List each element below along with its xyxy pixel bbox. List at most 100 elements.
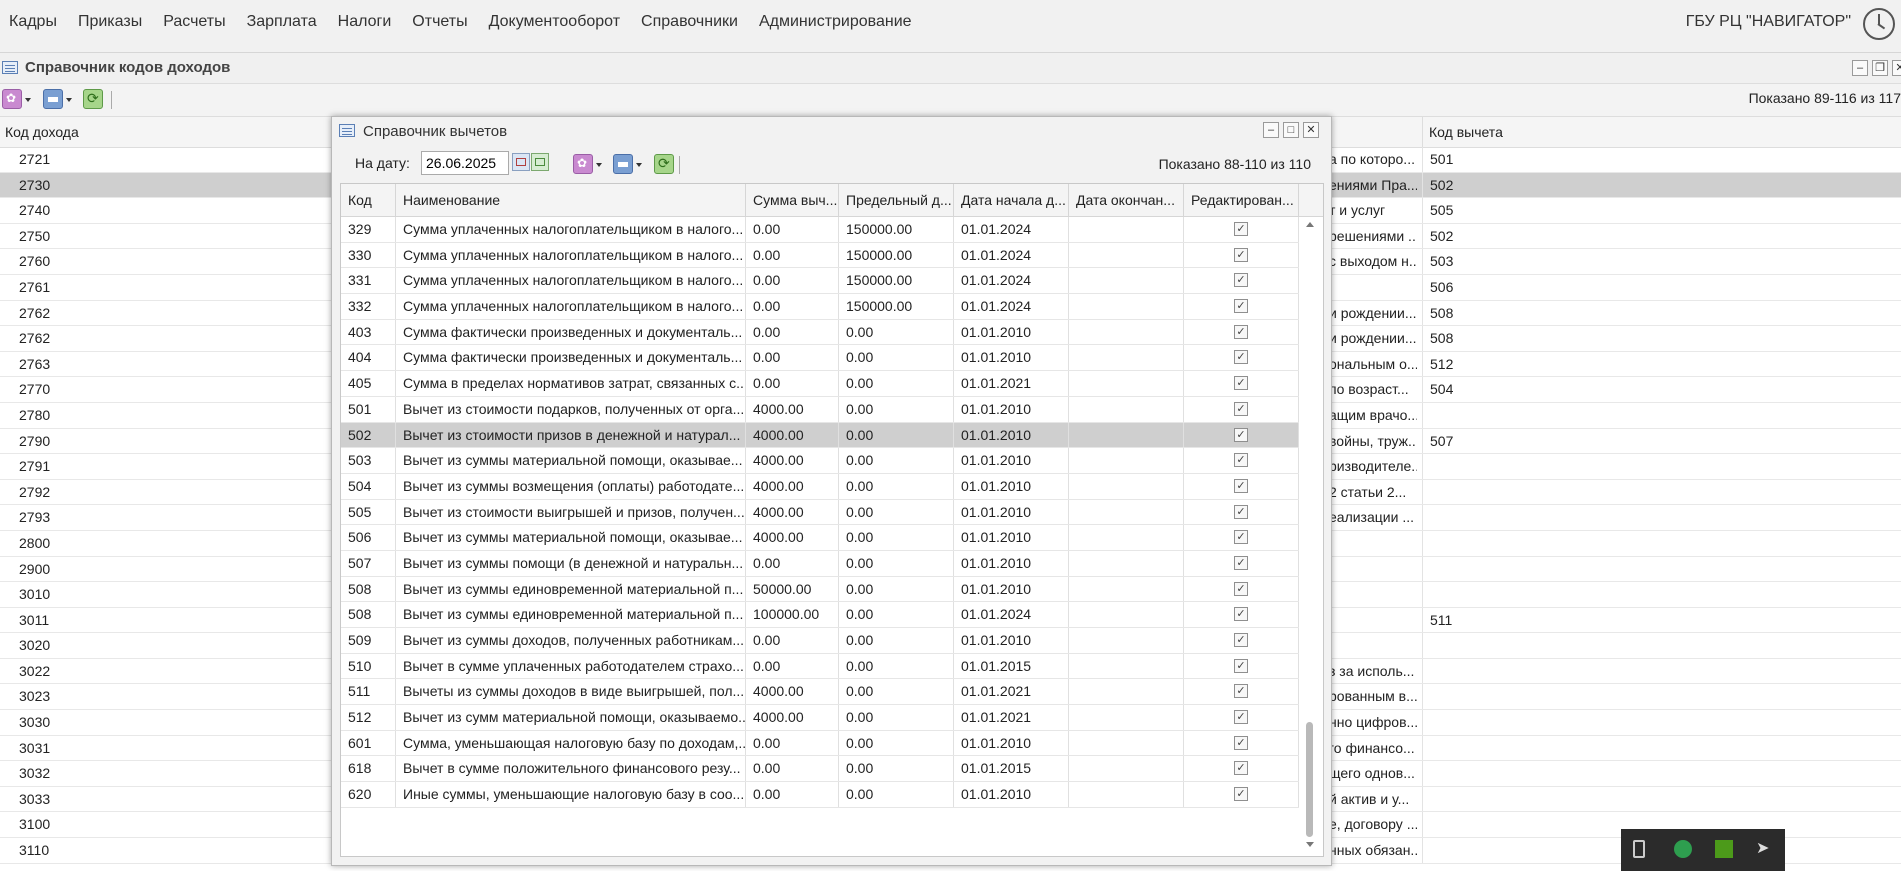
table-row[interactable]: 510 Вычет в сумме уплаченных работодателе…: [341, 653, 1299, 680]
table-row[interactable]: 332 Сумма уплаченных налогоплательщиком в…: [341, 294, 1299, 320]
scroll-up-icon[interactable]: [1306, 222, 1314, 227]
table-row[interactable]: 502 Вычет из стоимости призов в денежной …: [341, 422, 1299, 449]
table-row[interactable]: 504 Вычет из суммы возмещения (оплаты) ра…: [341, 473, 1299, 500]
table-row[interactable]: 512 Вычет из сумм материальной помощи, ок…: [341, 705, 1299, 731]
table-row[interactable]: 331 Сумма уплаченных налогоплательщиком в…: [341, 268, 1299, 295]
table-row[interactable]: 620 Иные суммы, уменьшающие налоговую баз…: [341, 782, 1299, 808]
table-row[interactable]: 501 Вычет из стоимости подарков, полученн…: [341, 396, 1299, 423]
scroll-thumb[interactable]: [1306, 722, 1313, 837]
chevron-down-icon[interactable]: [596, 163, 602, 167]
calendar-today-icon[interactable]: [531, 153, 549, 171]
menu-item-dokumentooborot[interactable]: Документооборот: [480, 13, 632, 31]
income-code-cell: 2760: [19, 253, 51, 270]
column-header-start-date[interactable]: Дата начала д...: [954, 184, 1069, 216]
maximize-icon[interactable]: □: [1283, 122, 1299, 138]
editable-checkbox[interactable]: ✓: [1234, 324, 1248, 339]
column-header-sum[interactable]: Сумма выч...: [746, 184, 839, 216]
editable-cell: ✓: [1184, 679, 1299, 705]
editable-checkbox[interactable]: ✓: [1234, 633, 1248, 647]
menu-item-administrirovanie[interactable]: Администрирование: [750, 13, 924, 31]
minimize-icon[interactable]: –: [1263, 122, 1279, 138]
date-input[interactable]: [421, 151, 509, 175]
table-row[interactable]: 508 Вычет из суммы единовременной материа…: [341, 602, 1299, 628]
print-button[interactable]: [43, 89, 63, 109]
table-row[interactable]: 503 Вычет из суммы материальной помощи, о…: [341, 448, 1299, 474]
table-row[interactable]: 405 Сумма в пределах нормативов затрат, с…: [341, 371, 1299, 397]
clock-icon[interactable]: [1863, 8, 1895, 40]
income-code-cell: 3010: [19, 586, 51, 603]
editable-checkbox[interactable]: ✓: [1234, 350, 1248, 365]
menu-item-spravochniki[interactable]: Справочники: [632, 13, 750, 31]
calendar-icon[interactable]: [512, 153, 530, 171]
close-icon[interactable]: ✕: [1892, 60, 1901, 76]
minimize-icon[interactable]: –: [1852, 60, 1868, 76]
usb-icon[interactable]: [1633, 840, 1645, 858]
print-button[interactable]: [613, 154, 633, 174]
start-date-cell: 01.01.2010: [954, 448, 1069, 473]
menu-item-kadry[interactable]: Кадры: [0, 13, 69, 31]
editable-checkbox[interactable]: ✓: [1234, 684, 1248, 699]
restore-icon[interactable]: ❐: [1872, 60, 1888, 76]
editable-checkbox[interactable]: ✓: [1234, 735, 1248, 750]
menu-item-zarplata[interactable]: Зарплата: [238, 13, 329, 31]
editable-checkbox[interactable]: ✓: [1234, 710, 1248, 725]
editable-checkbox[interactable]: ✓: [1234, 761, 1248, 776]
menu-item-nalogi[interactable]: Налоги: [329, 13, 404, 31]
telegram-icon[interactable]: [1756, 838, 1774, 858]
end-date-cell: [1069, 396, 1184, 422]
column-header-deduction-code[interactable]: Код вычета: [1429, 124, 1503, 140]
refresh-button[interactable]: [83, 89, 103, 109]
menu-item-otchety[interactable]: Отчеты: [403, 13, 479, 31]
column-header-income-code[interactable]: Код дохода: [5, 124, 79, 140]
menu-item-prikazy[interactable]: Приказы: [69, 13, 154, 31]
chevron-down-icon[interactable]: [66, 98, 72, 102]
editable-checkbox[interactable]: ✓: [1234, 478, 1248, 493]
column-header-name[interactable]: Наименование: [396, 184, 746, 216]
editable-checkbox[interactable]: ✓: [1234, 658, 1248, 673]
table-row[interactable]: 508 Вычет из суммы единовременной материа…: [341, 576, 1299, 603]
column-header-code[interactable]: Код: [341, 184, 396, 216]
editable-checkbox[interactable]: ✓: [1234, 607, 1248, 622]
table-row[interactable]: 601 Сумма, уменьшающая налоговую базу по …: [341, 730, 1299, 757]
nvidia-icon[interactable]: [1715, 840, 1733, 858]
settings-gear-button[interactable]: [573, 154, 593, 174]
editable-checkbox[interactable]: ✓: [1234, 401, 1248, 416]
table-row[interactable]: 403 Сумма фактически произведенных и доку…: [341, 319, 1299, 346]
table-row[interactable]: 506 Вычет из суммы материальной помощи, о…: [341, 525, 1299, 551]
column-header-editable[interactable]: Редактирован...: [1184, 184, 1299, 216]
table-row[interactable]: 618 Вычет в сумме положительного финансов…: [341, 756, 1299, 783]
editable-checkbox[interactable]: ✓: [1234, 581, 1248, 596]
refresh-button[interactable]: [654, 154, 674, 174]
editable-checkbox[interactable]: ✓: [1234, 530, 1248, 545]
editable-checkbox[interactable]: ✓: [1234, 787, 1248, 802]
settings-gear-button[interactable]: [2, 89, 22, 109]
editable-checkbox[interactable]: ✓: [1234, 273, 1248, 288]
shield-icon[interactable]: [1674, 840, 1692, 858]
table-row[interactable]: 329 Сумма уплаченных налогоплательщиком в…: [341, 217, 1299, 243]
editable-checkbox[interactable]: ✓: [1234, 555, 1248, 570]
editable-checkbox[interactable]: ✓: [1234, 247, 1248, 262]
editable-cell: ✓: [1184, 499, 1299, 525]
editable-checkbox[interactable]: ✓: [1234, 299, 1248, 314]
column-header-end-date[interactable]: Дата окончан...: [1069, 184, 1184, 216]
editable-checkbox[interactable]: ✓: [1234, 504, 1248, 519]
table-row[interactable]: 511 Вычеты из суммы доходов в виде выигры…: [341, 679, 1299, 706]
editable-checkbox[interactable]: ✓: [1234, 453, 1248, 468]
table-row[interactable]: 509 Вычет из суммы доходов, полученных ра…: [341, 628, 1299, 654]
menu-item-raschety[interactable]: Расчеты: [154, 13, 237, 31]
close-icon[interactable]: ✕: [1303, 122, 1319, 138]
editable-checkbox[interactable]: ✓: [1234, 376, 1248, 391]
table-row[interactable]: 507 Вычет из суммы помощи (в денежной и н…: [341, 550, 1299, 577]
editable-checkbox[interactable]: ✓: [1234, 222, 1248, 236]
scroll-down-icon[interactable]: [1306, 842, 1314, 847]
code-cell: 501: [341, 396, 396, 422]
table-row[interactable]: 404 Сумма фактически произведенных и доку…: [341, 345, 1299, 372]
chevron-down-icon[interactable]: [636, 163, 642, 167]
table-row[interactable]: 505 Вычет из стоимости выигрышей и призов…: [341, 499, 1299, 526]
editable-checkbox[interactable]: ✓: [1234, 427, 1248, 442]
table-row[interactable]: 330 Сумма уплаченных налогоплательщиком в…: [341, 242, 1299, 269]
dialog-titlebar[interactable]: Справочник вычетов – □ ✕: [332, 117, 1331, 145]
column-header-limit[interactable]: Предельный д...: [839, 184, 954, 216]
chevron-down-icon[interactable]: [25, 98, 31, 102]
vertical-scrollbar[interactable]: [1304, 217, 1318, 849]
